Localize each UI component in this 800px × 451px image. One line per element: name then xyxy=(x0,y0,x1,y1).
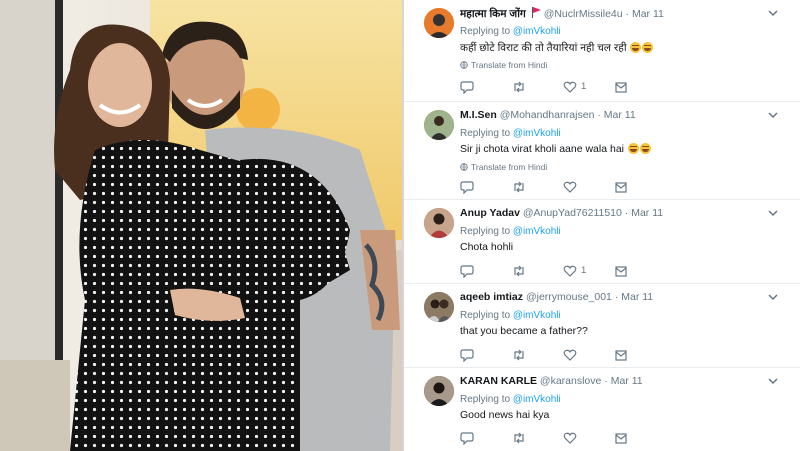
tweet-date[interactable]: Mar 11 xyxy=(621,291,653,303)
user-handle[interactable]: @NuclrMissile4u xyxy=(544,8,623,20)
chevron-down-icon[interactable] xyxy=(768,9,778,17)
share-icon[interactable] xyxy=(614,264,628,278)
mention-link[interactable]: @imVkohli xyxy=(513,226,561,237)
replying-to: Replying to @imVkohli xyxy=(460,310,561,321)
tweet-text: that you became a father?? xyxy=(460,325,588,337)
user-handle[interactable]: @Mohandhanrajsen xyxy=(500,109,595,121)
tweet-item[interactable]: M.I.Sen @Mohandhanrajsen · Mar 11 Replyi… xyxy=(404,102,800,200)
replying-to: Replying to @imVkohli xyxy=(460,394,561,405)
tweet-text: Chota hohli xyxy=(460,241,514,253)
share-icon[interactable] xyxy=(614,180,628,194)
user-handle[interactable]: @karanslove xyxy=(540,375,601,387)
share-icon[interactable] xyxy=(614,431,628,445)
chevron-down-icon[interactable] xyxy=(768,111,778,119)
tweet-header: Anup Yadav @AnupYad76211510 · Mar 11 xyxy=(460,207,664,219)
share-icon[interactable] xyxy=(614,348,628,362)
tweet-date[interactable]: Mar 11 xyxy=(631,207,663,219)
tweet-date[interactable]: Mar 11 xyxy=(632,8,664,20)
replying-to: Replying to @imVkohli xyxy=(460,226,561,237)
user-handle[interactable]: @jerrymouse_001 xyxy=(526,291,612,303)
mention-link[interactable]: @imVkohli xyxy=(513,394,561,405)
display-name[interactable]: Anup Yadav xyxy=(460,207,520,219)
like-icon[interactable] xyxy=(563,180,577,194)
mention-link[interactable]: @imVkohli xyxy=(513,128,561,139)
tweet-item[interactable]: aqeeb imtiaz @jerrymouse_001 · Mar 11 Re… xyxy=(404,284,800,368)
display-name[interactable]: aqeeb imtiaz xyxy=(460,291,523,303)
reply-icon[interactable] xyxy=(460,180,474,194)
tweet-actions xyxy=(460,431,690,445)
reply-icon[interactable] xyxy=(460,80,474,94)
tweet-header: aqeeb imtiaz @jerrymouse_001 · Mar 11 xyxy=(460,291,654,303)
flag-icon xyxy=(531,7,541,18)
globe-icon xyxy=(460,163,468,171)
mention-link[interactable]: @imVkohli xyxy=(513,26,561,37)
tweet-date[interactable]: Mar 11 xyxy=(611,375,643,387)
display-name[interactable]: KARAN KARLE xyxy=(460,375,537,387)
retweet-icon[interactable] xyxy=(512,180,526,194)
reply-icon[interactable] xyxy=(460,264,474,278)
like-icon[interactable] xyxy=(563,431,577,445)
like-icon[interactable] xyxy=(563,264,577,278)
reply-icon[interactable] xyxy=(460,348,474,362)
tweet-actions: 1 xyxy=(460,264,690,278)
tweet-text: Good news hai kya xyxy=(460,409,550,421)
tweet-text: Sir ji chota virat kholi aane wala hai xyxy=(460,143,651,155)
chevron-down-icon[interactable] xyxy=(768,209,778,217)
tweet-header: महात्मा किम जोंग @NuclrMissile4u · Mar 1… xyxy=(460,7,664,20)
user-handle[interactable]: @AnupYad76211510 xyxy=(523,207,622,219)
like-icon[interactable] xyxy=(563,80,577,94)
avatar[interactable] xyxy=(424,8,454,38)
translate-link[interactable]: Translate from Hindi xyxy=(460,162,547,172)
like-icon[interactable] xyxy=(563,348,577,362)
mention-link[interactable]: @imVkohli xyxy=(513,310,561,321)
tweet-item[interactable]: Anup Yadav @AnupYad76211510 · Mar 11 Rep… xyxy=(404,200,800,284)
chevron-down-icon[interactable] xyxy=(768,293,778,301)
couple-photo xyxy=(0,0,402,451)
tweet-text: कहीं छोटे विराट की तो तैयारियां नही चल र… xyxy=(460,41,654,55)
like-count: 1 xyxy=(581,265,587,276)
avatar[interactable] xyxy=(424,292,454,322)
retweet-icon[interactable] xyxy=(512,264,526,278)
reply-icon[interactable] xyxy=(460,431,474,445)
retweet-icon[interactable] xyxy=(512,80,526,94)
grin-emoji-icon xyxy=(642,42,654,53)
replying-to: Replying to @imVkohli xyxy=(460,26,561,37)
tweet-header: KARAN KARLE @karanslove · Mar 11 xyxy=(460,375,643,387)
share-icon[interactable] xyxy=(614,80,628,94)
chevron-down-icon[interactable] xyxy=(768,377,778,385)
avatar[interactable] xyxy=(424,376,454,406)
tweet-item[interactable]: महात्मा किम जोंग @NuclrMissile4u · Mar 1… xyxy=(404,0,800,102)
retweet-icon[interactable] xyxy=(512,431,526,445)
twitter-replies-panel: महात्मा किम जोंग @NuclrMissile4u · Mar 1… xyxy=(404,0,800,451)
translate-link[interactable]: Translate from Hindi xyxy=(460,60,547,70)
like-count: 1 xyxy=(581,81,587,92)
tweet-actions: 1 xyxy=(460,80,690,94)
tweet-header: M.I.Sen @Mohandhanrajsen · Mar 11 xyxy=(460,109,636,121)
grin-emoji-icon xyxy=(627,143,639,154)
retweet-icon[interactable] xyxy=(512,348,526,362)
avatar[interactable] xyxy=(424,110,454,140)
grin-emoji-icon xyxy=(639,143,651,154)
display-name[interactable]: महात्मा किम जोंग xyxy=(460,8,526,20)
grin-emoji-icon xyxy=(630,42,642,53)
tweet-item[interactable]: KARAN KARLE @karanslove · Mar 11 Replyin… xyxy=(404,368,800,451)
avatar[interactable] xyxy=(424,208,454,238)
display-name[interactable]: M.I.Sen xyxy=(460,109,497,121)
tweet-date[interactable]: Mar 11 xyxy=(604,109,636,121)
tweet-actions xyxy=(460,348,690,362)
replying-to: Replying to @imVkohli xyxy=(460,128,561,139)
tweet-actions xyxy=(460,180,690,194)
globe-icon xyxy=(460,61,468,69)
